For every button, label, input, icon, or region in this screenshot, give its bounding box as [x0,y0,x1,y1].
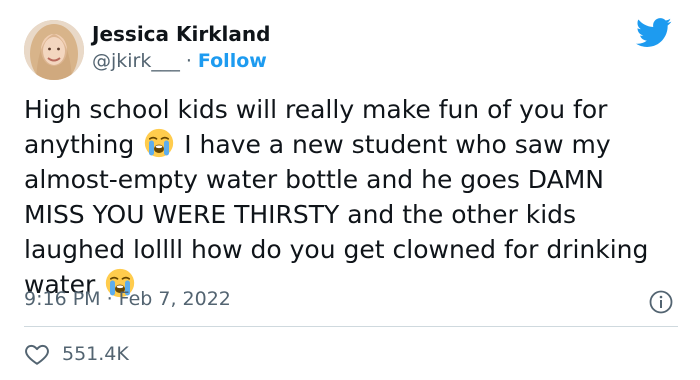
avatar[interactable] [24,20,84,80]
tweet-timestamp[interactable]: 9:16 PM · Feb 7, 2022 [24,288,231,310]
info-icon[interactable] [649,290,673,314]
tweet-line-2-end: I have a new student who saw my [184,130,611,159]
like-action[interactable]: 551.4K [24,340,129,368]
author-handle[interactable]: @jkirk___ [92,50,180,72]
avatar-photo [24,20,84,80]
author-display-name[interactable]: Jessica Kirkland [92,22,270,46]
tweet-line-2-start: anything [24,130,135,159]
handle-separator: · [185,50,192,72]
tweet-line-3: almost-empty water bottle and he goes DA… [24,165,604,194]
tweet-text: High school kids will really make fun of… [24,92,684,302]
loudly-crying-face-icon [145,128,174,158]
follow-button[interactable]: Follow [198,50,267,72]
like-count: 551.4K [62,343,129,365]
tweet-line-1: High school kids will really make fun of… [24,95,608,124]
author-handle-row: @jkirk___ · Follow [92,50,267,72]
tweet-card: Jessica Kirkland @jkirk___ · Follow High s… [0,0,700,380]
twitter-bird-icon[interactable] [636,18,672,48]
divider [24,326,678,327]
tweet-line-2: anything I have a new student who saw my [24,127,684,162]
tweet-line-5: laughed lollll how do you get clowned fo… [24,235,649,264]
tweet-line-4: MISS YOU WERE THIRSTY and the other kids [24,200,577,229]
heart-icon[interactable] [24,341,50,367]
